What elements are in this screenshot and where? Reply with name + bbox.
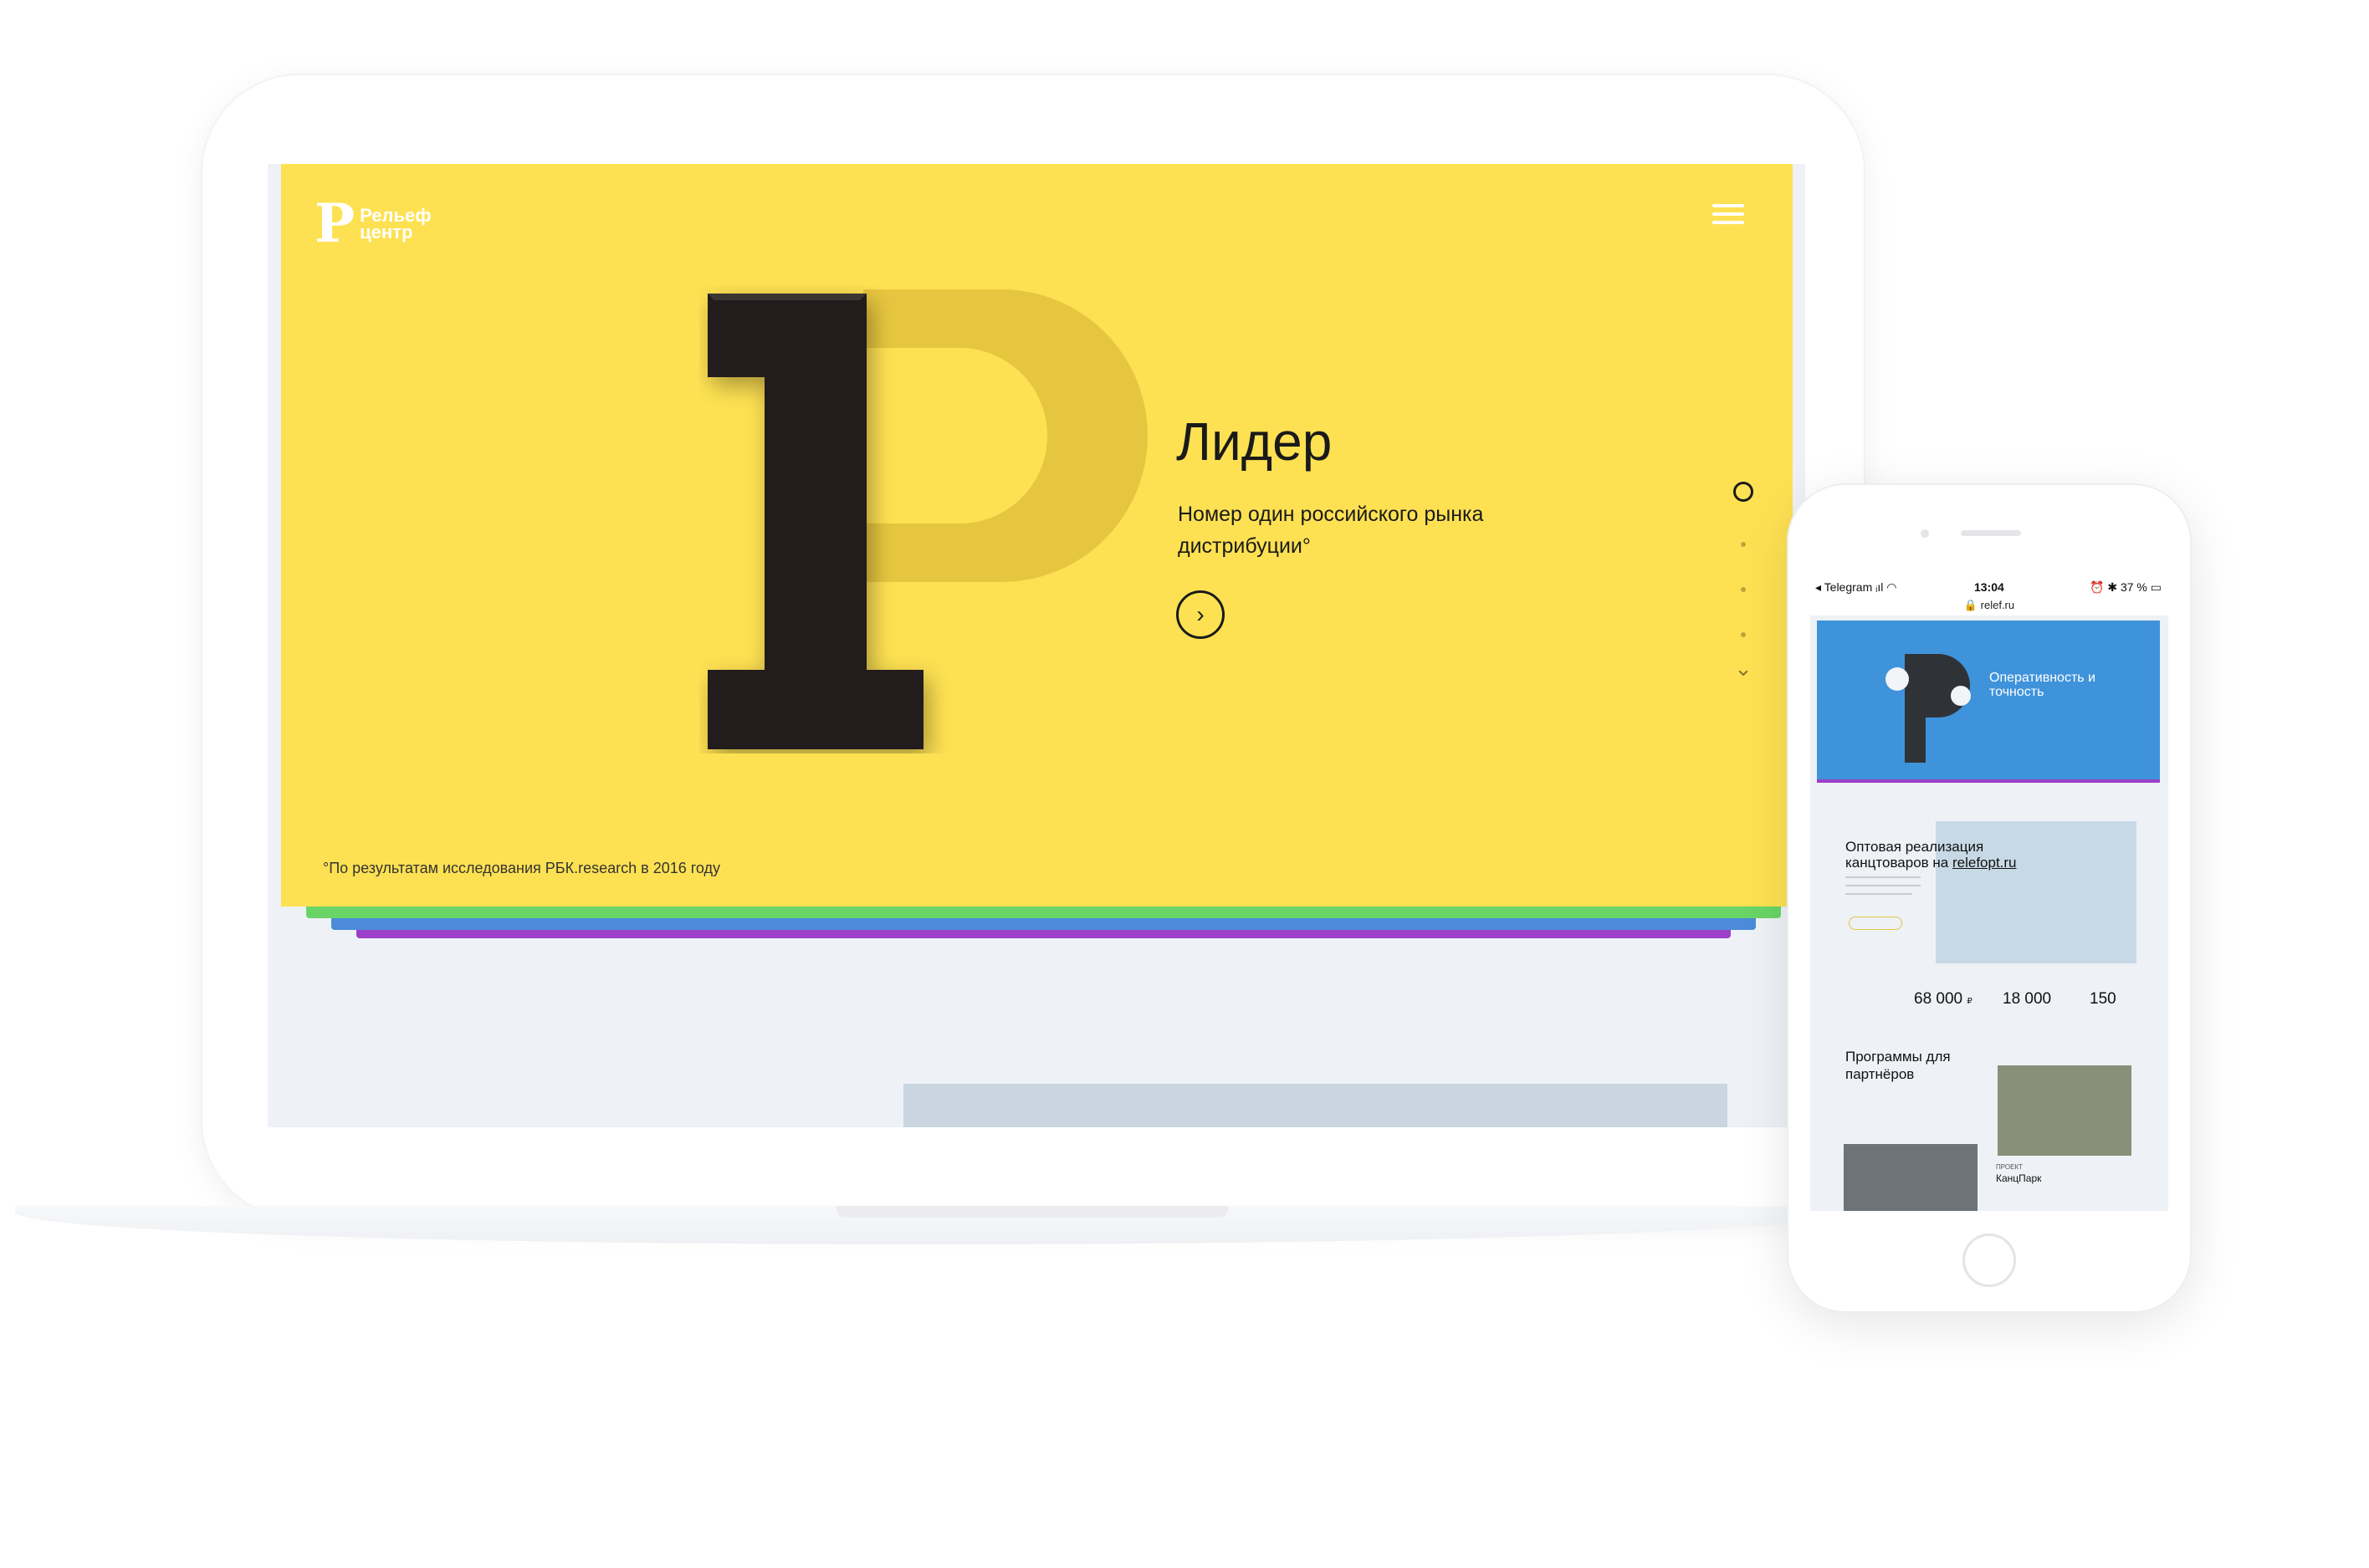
stat-value: 68 000 ₽ [1914, 990, 1972, 1008]
mobile-hero-graphic [1885, 654, 1971, 763]
status-bar: ◂ Telegram ᵢıl ◠ 13:04 ⏰ ✱ 37 % ▭ [1810, 575, 2168, 599]
hero-footnote: °По результатам исследования РБК.researc… [323, 860, 721, 876]
mobile-hero-title: Оперативность и точность [1989, 671, 2095, 699]
status-right: ⏰ ✱ 37 % ▭ [2090, 580, 2162, 594]
hero-section: P Рельеф центр Лидер Номер один российск… [281, 164, 1793, 907]
hero-subtitle: Номер один российского рынка дистрибуции… [1178, 503, 1484, 558]
chevron-right-icon: › [1196, 601, 1205, 627]
mobile-hero: Оперативность и точность [1817, 621, 2160, 779]
status-time: 13:04 [1974, 580, 2004, 594]
stripe-purple [356, 930, 1731, 938]
mobile-hero-stripe [1817, 779, 2160, 783]
pager-dot[interactable] [1741, 632, 1746, 637]
project-name[interactable]: КанцПарк [1996, 1172, 2041, 1184]
section-image-pens [903, 1084, 1727, 1127]
pager-dot-active[interactable] [1733, 482, 1753, 502]
chevron-down-icon[interactable]: ⌄ [1731, 656, 1756, 682]
site-logo[interactable]: P Рельеф центр [315, 197, 443, 251]
text-placeholder [1845, 893, 1912, 895]
status-left: ◂ Telegram ᵢıl ◠ [1815, 580, 1897, 594]
phone-frame: ◂ Telegram ᵢıl ◠ 13:04 ⏰ ✱ 37 % ▭ 🔒 rele… [1787, 483, 2192, 1313]
url-bar[interactable]: 🔒 relef.ru [1810, 599, 2168, 615]
relefopt-link[interactable]: relefopt.ru [1952, 855, 2017, 871]
office-image [1844, 1144, 1978, 1211]
number-one-graphic [708, 294, 924, 749]
partners-title: Программы для партнёров [1845, 1049, 1951, 1082]
slide-pager: ⌄ [1731, 482, 1756, 682]
stat-value: 18 000 [2003, 990, 2052, 1008]
next-arrow-button[interactable]: › [1176, 590, 1225, 639]
more-button[interactable] [1849, 917, 1902, 930]
phone-speaker [1961, 530, 2021, 536]
stripe-green [306, 907, 1781, 918]
menu-icon[interactable] [1712, 199, 1744, 229]
logo-mark: P [315, 192, 356, 255]
phone-screen: ◂ Telegram ᵢıl ◠ 13:04 ⏰ ✱ 37 % ▭ 🔒 rele… [1810, 575, 2168, 1211]
pager-dot[interactable] [1741, 542, 1746, 547]
home-button[interactable] [1962, 1233, 2016, 1287]
pager-dot[interactable] [1741, 587, 1746, 592]
laptop-notch [837, 1206, 1228, 1218]
stat-value: 150 [2090, 990, 2116, 1008]
text-placeholder [1845, 885, 1921, 886]
project-label: ПРОЕКТ [1996, 1163, 2024, 1171]
hero-title: Лидер [1176, 411, 1333, 472]
stripe-blue [331, 918, 1756, 930]
text-placeholder [1845, 876, 1921, 878]
phone-camera [1921, 529, 1929, 538]
logo-text: Рельеф центр [360, 205, 432, 243]
laptop-screen: P Рельеф центр Лидер Номер один российск… [268, 164, 1805, 1127]
partners-image [1998, 1065, 2131, 1156]
mobile-section-title: Оптовая реализация канцтоваров на relefo… [1845, 839, 2017, 871]
